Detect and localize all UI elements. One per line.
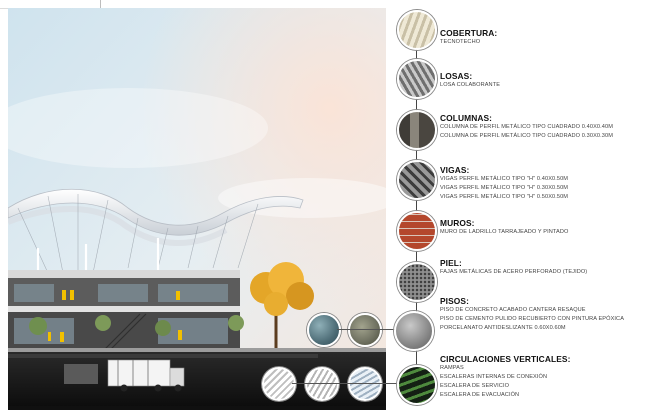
stair-render-icon [348,367,382,401]
stair-render-icon [262,367,296,401]
legend-line: PISO DE CEMENTO PULIDO RECUBIERTO CON PI… [440,316,625,322]
concrete-floor-icon [394,311,434,351]
legend-entry-piel: PIEL: FAJAS METÁLICAS DE ACERO PERFORADO… [440,258,587,277]
legend-line: ESCALERA DE EVACUACIÓN [440,392,520,398]
legend-entry-columnas: COLUMNAS: COLUMNA DE PERFIL METÁLICO TIP… [440,113,613,141]
legend-line: ESCALERAS INTERNAS DE CONEXIÓN [440,374,548,380]
legend-line: RAMPAS [440,365,464,371]
legend-title: COBERTURA: [440,28,498,38]
stair-connector [292,383,398,384]
stone-floor-icon [348,313,382,347]
legend-line: LOSA COLABORANTE [440,82,501,88]
legend-line: TECNOTECHO [440,39,481,45]
legend-entry-pisos: PISOS: PISO DE CONCRETO ACABADO CANTERA … [440,296,624,333]
legend-line: VIGAS PERFIL METÁLICO TIPO "H" 0.30X0.50… [440,185,569,191]
legend-line: PORCELANATO ANTIDESLIZANTE 0.60X0.60M [440,325,566,331]
legend-line: VIGAS PERFIL METÁLICO TIPO "H" 0.50X0.50… [440,194,569,200]
legend-title: CIRCULACIONES VERTICALES: [440,354,571,364]
square-column-icon [397,110,437,150]
brick-wall-icon [397,211,437,251]
legend-title: PIEL: [440,258,462,268]
building-section-render [8,8,386,410]
legend-title: MUROS: [440,218,475,228]
divider [100,0,101,8]
stair-render-icon [305,367,339,401]
legend-line: COLUMNA DE PERFIL METÁLICO TIPO CUADRADO… [440,133,613,139]
legend-title: PISOS: [440,296,469,306]
legend-title: LOSAS: [440,71,473,81]
legend-title: VIGAS: [440,165,470,175]
perforated-steel-icon [397,262,437,302]
legend-line: COLUMNA DE PERFIL METÁLICO TIPO CUADRADO… [440,124,613,130]
corrugated-sheet-icon [397,10,437,50]
legend-entry-muros: MUROS: MURO DE LADRILLO TARRAJEADO Y PIN… [440,218,568,237]
h-beam-icon [397,160,437,200]
legend-line: VIGAS PERFIL METÁLICO TIPO "H" 0.40X0.50… [440,176,569,182]
section-illustration [8,8,386,410]
legend-entry-cobertura: COBERTURA: TECNOTECHO [440,28,497,47]
steel-deck-icon [397,59,437,99]
legend-entry-losas: LOSAS: LOSA COLABORANTE [440,71,500,90]
legend-line: PISO DE CONCRETO ACABADO CANTERA RESAQUE [440,307,586,313]
legend-line: ESCALERA DE SERVICIO [440,383,510,389]
floor-connector [337,329,397,330]
legend-line: MURO DE LADRILLO TARRAJEADO Y PINTADO [440,229,569,235]
legend-entry-circulaciones: CIRCULACIONES VERTICALES: RAMPAS ESCALER… [440,354,570,400]
legend-title: COLUMNAS: [440,113,493,123]
epoxy-floor-icon [307,313,341,347]
ramp-icon [397,365,437,405]
legend-line: FAJAS METÁLICAS DE ACERO PERFORADO (TEJI… [440,269,588,275]
legend-entry-vigas: VIGAS: VIGAS PERFIL METÁLICO TIPO "H" 0.… [440,165,568,202]
